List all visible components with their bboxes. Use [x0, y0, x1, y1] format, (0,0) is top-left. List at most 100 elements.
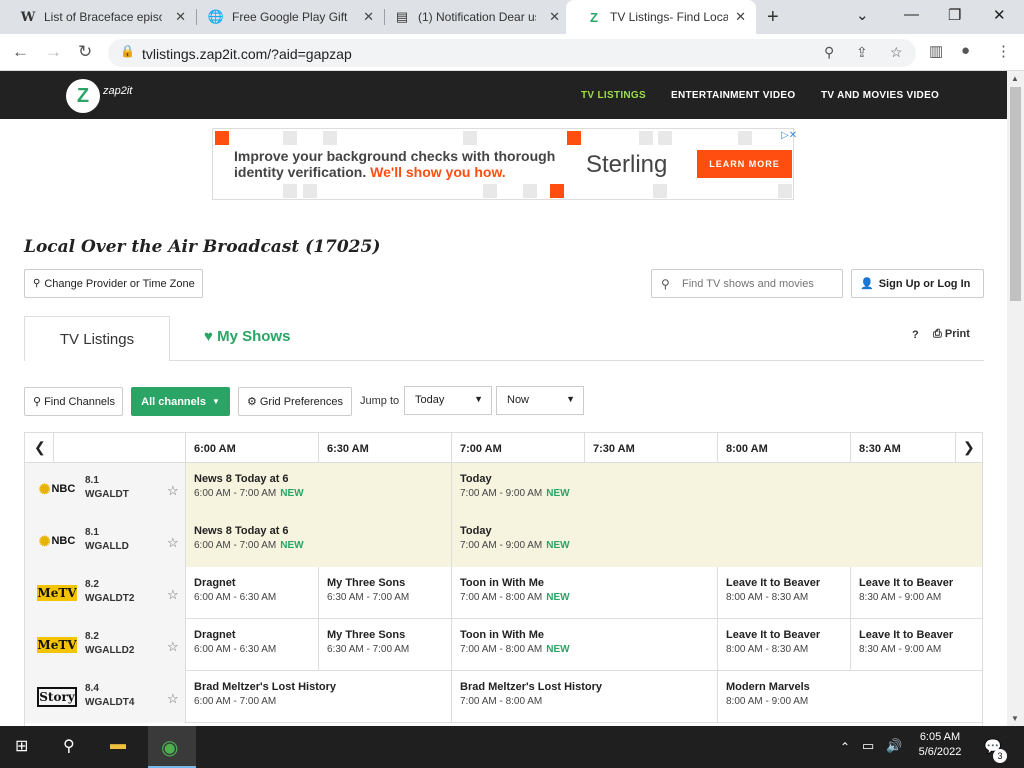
- browser-tab-3[interactable]: ▤ (1) Notification Dear user ✕: [374, 0, 570, 34]
- program-title: Modern Marvels: [726, 681, 810, 693]
- reload-icon[interactable]: ↻: [78, 42, 92, 62]
- program-cell[interactable]: Today 7:00 AM - 9:00 AM NEW: [451, 515, 982, 567]
- sign-up-button[interactable]: 👤 Sign Up or Log In: [851, 269, 984, 298]
- print-button[interactable]: ⎙ Print: [933, 328, 970, 341]
- time-select[interactable]: Now ▼: [496, 386, 584, 415]
- channel-logo-text: NBC: [51, 535, 76, 547]
- program-cell[interactable]: News 8 Today at 6 6:00 AM - 7:00 AM NEW: [185, 463, 451, 515]
- program-title: News 8 Today at 6: [194, 473, 289, 485]
- nav-entertainment-video[interactable]: ENTERTAINMENT VIDEO: [671, 90, 795, 101]
- favorite-star-icon[interactable]: ☆: [167, 483, 179, 499]
- find-channels-button[interactable]: ⚲ Find Channels: [24, 387, 123, 416]
- tab-my-shows[interactable]: ♥ My Shows: [204, 328, 290, 345]
- side-panel-icon[interactable]: ▥: [929, 42, 943, 60]
- browser-tab-4[interactable]: Z TV Listings- Find Local ✕: [566, 0, 756, 34]
- program-cell[interactable]: My Three Sons 6:30 AM - 7:00 AM: [318, 567, 451, 619]
- metv-logo: MeTV: [37, 637, 77, 653]
- program-cell[interactable]: News 8 Today at 6 6:00 AM - 7:00 AM NEW: [185, 515, 451, 567]
- clock-date: 5/6/2022: [918, 746, 962, 758]
- channel-cell[interactable]: MeTV 8.2 WGALDT2 ☆: [25, 567, 185, 619]
- ad-learn-more-button[interactable]: LEARN MORE: [697, 150, 792, 178]
- program-cell[interactable]: Leave It to Beaver 8:00 AM - 8:30 AM: [717, 567, 850, 619]
- close-tab-icon[interactable]: ✕: [363, 9, 374, 25]
- ad-decor: [778, 184, 792, 198]
- program-cell[interactable]: Brad Meltzer's Lost History 6:00 AM - 7:…: [185, 671, 451, 723]
- zoom-icon[interactable]: ⚲: [824, 44, 834, 61]
- new-tab-icon[interactable]: +: [767, 6, 779, 29]
- time-slot: 7:00 AM: [451, 433, 584, 463]
- program-cell[interactable]: Toon in With Me 7:00 AM - 8:00 AM NEW: [451, 567, 717, 619]
- program-cell[interactable]: Leave It to Beaver 8:30 AM - 9:00 AM: [850, 619, 982, 671]
- grid-preferences-button[interactable]: ⚙ Grid Preferences: [238, 387, 352, 416]
- search-input[interactable]: [682, 275, 836, 293]
- all-channels-dropdown[interactable]: All channels ▼: [131, 387, 230, 416]
- lock-icon[interactable]: 🔒: [120, 44, 135, 58]
- change-provider-button[interactable]: ⚲ Change Provider or Time Zone: [24, 269, 203, 298]
- channel-cell[interactable]: Story 8.4 WGALDT4 ☆: [25, 671, 185, 723]
- menu-kebab-icon[interactable]: ⋮: [996, 42, 1011, 60]
- favorite-star-icon[interactable]: ☆: [167, 587, 179, 603]
- favorite-star-icon[interactable]: ☆: [167, 535, 179, 551]
- system-clock[interactable]: 6:05 AM 5/6/2022: [912, 731, 968, 758]
- network-icon[interactable]: ▭: [862, 738, 874, 754]
- favorite-star-icon[interactable]: ☆: [167, 691, 179, 707]
- program-cell[interactable]: Today 7:00 AM - 9:00 AM NEW: [451, 463, 982, 515]
- zap2it-logo[interactable]: Z: [66, 79, 100, 113]
- page-scrollbar[interactable]: ▲ ▼: [1007, 71, 1024, 726]
- channel-cell[interactable]: ✺ NBC 8.1 WGALDT ☆: [25, 463, 185, 515]
- scroll-up-icon[interactable]: ▲: [1011, 74, 1019, 83]
- search-icon: ⚲: [33, 396, 42, 408]
- channel-number: 8.4: [85, 683, 99, 694]
- nav-tv-listings[interactable]: TV LISTINGS: [581, 90, 646, 101]
- omnibox[interactable]: 🔒 tvlistings.zap2it.com/?aid=gapzap ⚲ ⇪ …: [108, 39, 916, 67]
- channel-logo-text: NBC: [51, 483, 76, 495]
- windows-start-icon[interactable]: ⊞: [15, 736, 28, 756]
- search-icon[interactable]: ⚲: [63, 736, 75, 756]
- help-icon[interactable]: ?: [912, 329, 919, 341]
- show-search-box[interactable]: ⚲: [651, 269, 843, 298]
- close-tab-icon[interactable]: ✕: [735, 9, 746, 25]
- program-cell[interactable]: Brad Meltzer's Lost History 7:00 AM - 8:…: [451, 671, 717, 723]
- chevron-right-icon[interactable]: ❯: [963, 439, 975, 456]
- program-cell[interactable]: Dragnet 6:00 AM - 6:30 AM: [185, 567, 318, 619]
- bookmark-star-icon[interactable]: ☆: [890, 44, 903, 61]
- web-page: Z zap2it TV LISTINGS ENTERTAINMENT VIDEO…: [0, 71, 1007, 726]
- file-explorer-icon[interactable]: ▬: [110, 736, 126, 754]
- channel-cell[interactable]: ✺ NBC 8.1 WGALLD ☆: [25, 515, 185, 567]
- back-icon[interactable]: ←: [12, 42, 29, 62]
- chevron-left-icon[interactable]: ❮: [34, 439, 46, 456]
- minimize-icon[interactable]: —: [904, 6, 919, 23]
- channel-cell[interactable]: MeTV 8.2 WGALLD2 ☆: [25, 619, 185, 671]
- share-icon[interactable]: ⇪: [856, 44, 868, 61]
- program-time: 8:30 AM - 9:00 AM: [859, 592, 942, 603]
- tab-tv-listings[interactable]: TV Listings: [24, 316, 170, 361]
- browser-tab-2[interactable]: 🌐 Free Google Play Gift Card ✕: [188, 0, 384, 34]
- profile-avatar-icon[interactable]: ●: [961, 42, 970, 59]
- program-cell[interactable]: Toon in With Me 7:00 AM - 8:00 AM NEW: [451, 619, 717, 671]
- restore-icon[interactable]: ❐: [948, 6, 961, 24]
- program-cell[interactable]: Leave It to Beaver 8:00 AM - 8:30 AM: [717, 619, 850, 671]
- printer-icon: ⎙: [933, 328, 942, 340]
- show-hidden-icons[interactable]: ⌃: [840, 740, 850, 754]
- forward-icon[interactable]: →: [45, 42, 62, 62]
- nav-tv-movies-video[interactable]: TV AND MOVIES VIDEO: [821, 90, 939, 101]
- favorite-star-icon[interactable]: ☆: [167, 639, 179, 655]
- ad-close-icon[interactable]: ▷✕: [781, 130, 797, 141]
- program-title: Brad Meltzer's Lost History: [460, 681, 602, 693]
- scroll-down-icon[interactable]: ▼: [1011, 714, 1019, 723]
- close-tab-icon[interactable]: ✕: [549, 9, 560, 25]
- url-text[interactable]: tvlistings.zap2it.com/?aid=gapzap: [142, 46, 352, 62]
- close-tab-icon[interactable]: ✕: [175, 9, 186, 25]
- program-cell[interactable]: Modern Marvels 8:00 AM - 9:00 AM: [717, 671, 982, 723]
- advertisement-banner[interactable]: Improve your background checks with thor…: [212, 128, 797, 200]
- day-select[interactable]: Today ▼: [404, 386, 492, 415]
- close-window-icon[interactable]: ✕: [993, 6, 1006, 24]
- program-cell[interactable]: Leave It to Beaver 8:30 AM - 9:00 AM: [850, 567, 982, 619]
- scrollbar-thumb[interactable]: [1010, 87, 1021, 301]
- browser-tab-1[interactable]: W List of Braceface episodes ✕: [0, 0, 196, 34]
- program-cell[interactable]: Dragnet 6:00 AM - 6:30 AM: [185, 619, 318, 671]
- chrome-taskbar-button[interactable]: ◉: [148, 726, 196, 768]
- volume-icon[interactable]: 🔊: [886, 738, 902, 754]
- program-cell[interactable]: My Three Sons 6:30 AM - 7:00 AM: [318, 619, 451, 671]
- tab-search-icon[interactable]: ⌄: [856, 6, 869, 24]
